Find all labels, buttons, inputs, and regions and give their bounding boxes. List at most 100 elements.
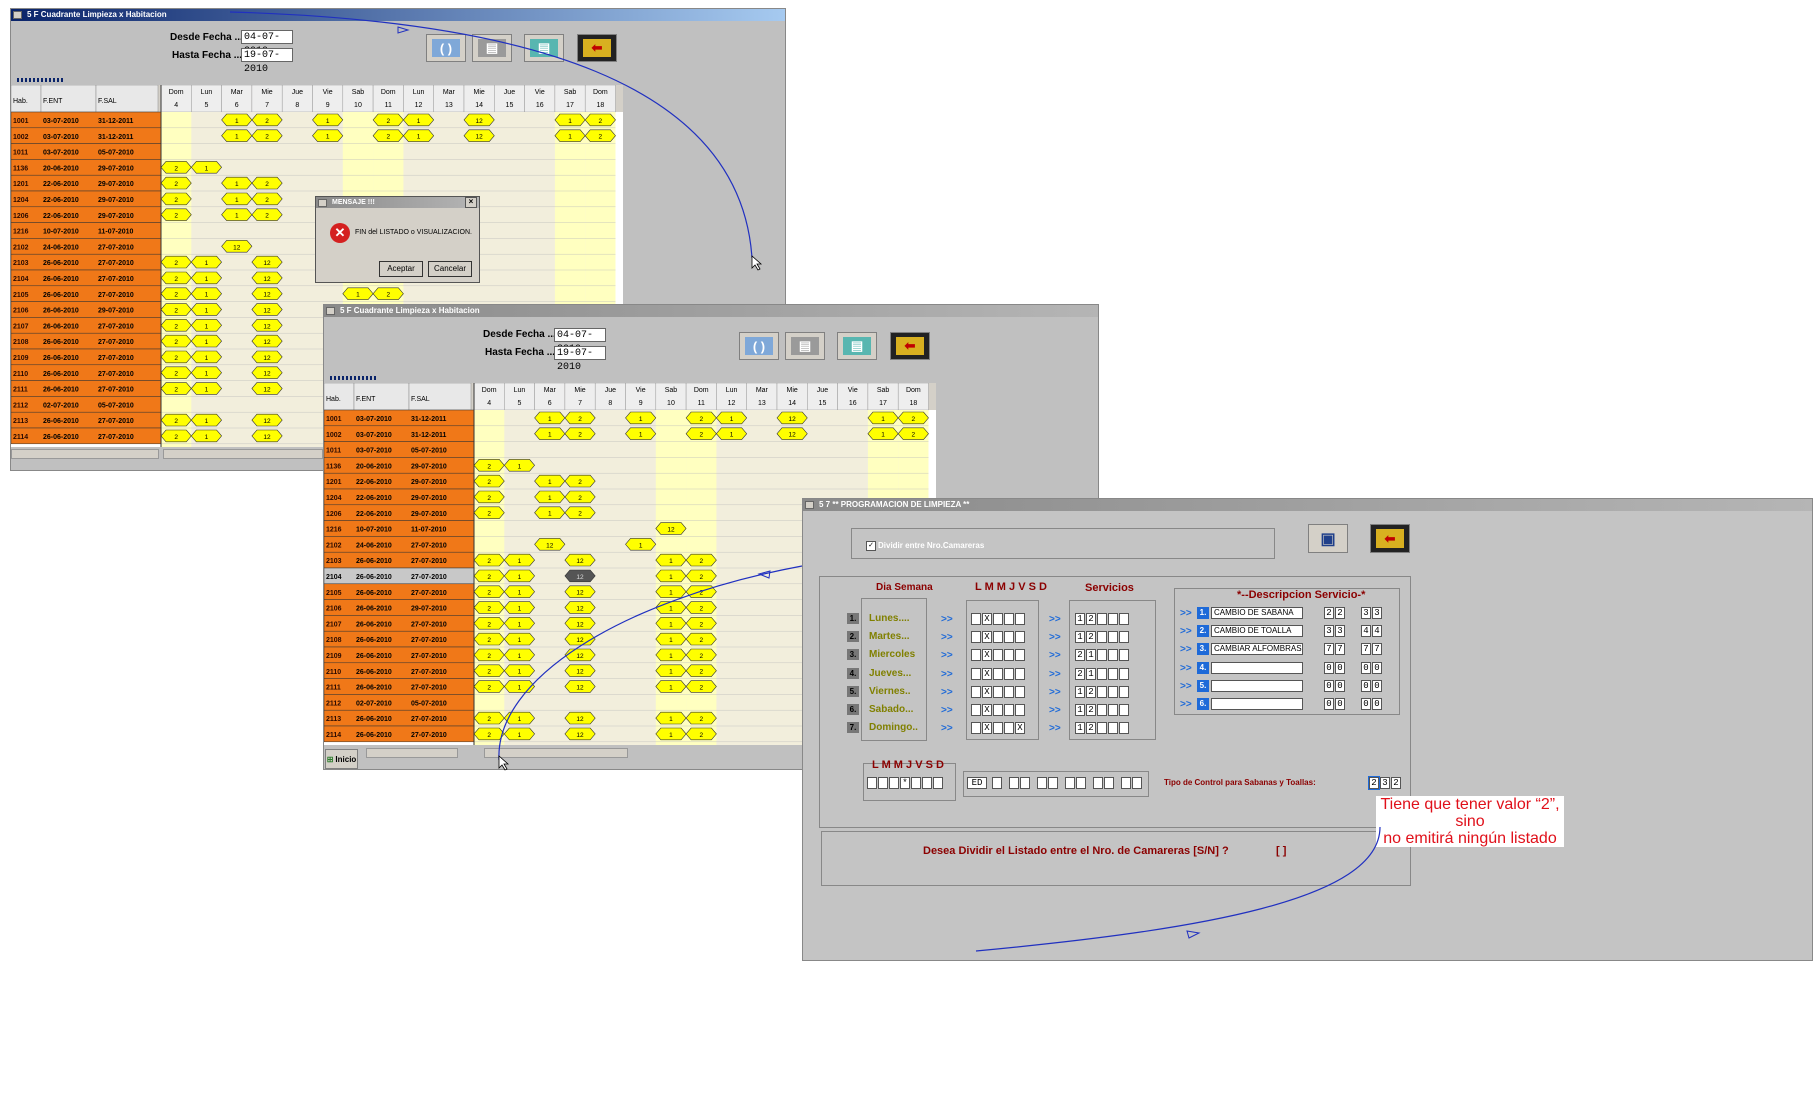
bottom-weekday-check[interactable] — [878, 777, 888, 789]
service-description-input[interactable] — [1211, 679, 1303, 692]
service-value[interactable]: 0 — [1335, 661, 1345, 674]
horizontal-scrollbar-left[interactable] — [11, 449, 159, 459]
weekday-check[interactable] — [1004, 722, 1014, 735]
service-value[interactable]: 0 — [1372, 661, 1382, 674]
service-value[interactable]: 0 — [1361, 661, 1371, 674]
service-description-input[interactable] — [1211, 698, 1303, 710]
service-description-input[interactable]: CAMBIAR ALFOMBRAS — [1211, 643, 1303, 656]
start-button[interactable]: ⊞ Inicio — [325, 749, 358, 769]
print-button[interactable]: ▤ — [785, 332, 825, 360]
divide-answer[interactable]: [ ] — [1276, 845, 1286, 857]
empty-field[interactable] — [1065, 777, 1075, 789]
print-color-button[interactable]: ▤ — [837, 332, 877, 360]
title-bar[interactable]: 5 F Cuadrante Limpieza x Habitacion — [324, 305, 1098, 317]
bottom-weekday-check[interactable] — [922, 777, 932, 789]
empty-field[interactable] — [1132, 777, 1142, 789]
empty-field[interactable] — [1104, 777, 1114, 789]
room-number: 2113 — [326, 716, 341, 723]
weekday-check[interactable]: X — [982, 722, 992, 735]
weekday-check[interactable] — [993, 722, 1003, 735]
print-color-button[interactable]: ▤ — [524, 34, 564, 62]
room-number: 2112 — [13, 402, 28, 409]
service-description-input[interactable]: CAMBIO DE SABANA — [1211, 607, 1303, 619]
save-button[interactable]: ▣ — [1308, 524, 1348, 553]
empty-field[interactable] — [1009, 777, 1019, 789]
title-bar[interactable]: 5 7 ** PROGRAMACION DE LIMPIEZA ** — [803, 499, 1812, 511]
service-value[interactable]: 0 — [1372, 698, 1382, 710]
refresh-button[interactable]: ( ) — [739, 332, 779, 360]
tipo-control-field-1[interactable]: 2 — [1368, 776, 1380, 790]
service-value[interactable]: 3 — [1361, 607, 1371, 619]
service-description-input[interactable]: CAMBIO DE TOALLA — [1211, 625, 1303, 638]
weekday-check[interactable]: X — [1015, 722, 1025, 735]
bottom-weekday-check[interactable] — [911, 777, 921, 789]
empty-field[interactable] — [1076, 777, 1086, 789]
service-value[interactable]: 0 — [1324, 661, 1334, 674]
ed-field[interactable]: ED — [967, 777, 987, 789]
entry-date: 22-06-2010 — [356, 511, 392, 518]
service-value[interactable]: 4 — [1361, 625, 1371, 638]
service-field[interactable] — [1108, 722, 1118, 735]
service-code: 1 — [669, 716, 673, 723]
service-value[interactable]: 0 — [1361, 679, 1371, 692]
service-value[interactable]: 0 — [1324, 679, 1334, 692]
empty-field[interactable] — [1048, 777, 1058, 789]
exit-button[interactable]: ⬅ — [577, 34, 617, 62]
title-bar[interactable]: 5 F Cuadrante Limpieza x Habitacion — [11, 9, 785, 21]
checkbox-panel: ✓ Dividir entre Nro.Camareras — [851, 528, 1275, 559]
hasta-date-input[interactable]: 19-07-2010 — [554, 346, 606, 373]
desde-date-input[interactable]: 04-07-2010 — [241, 30, 293, 57]
empty-field[interactable] — [1121, 777, 1131, 789]
service-value[interactable]: 3 — [1372, 607, 1382, 619]
tipo-control-field-2[interactable]: 3 — [1380, 777, 1390, 789]
service-field[interactable] — [1097, 722, 1107, 735]
service-code: 12 — [576, 685, 584, 692]
refresh-button[interactable]: ( ) — [426, 34, 466, 62]
bottom-weekday-check[interactable]: * — [900, 777, 910, 789]
service-value[interactable]: 0 — [1335, 679, 1345, 692]
service-value[interactable]: 0 — [1361, 698, 1371, 710]
service-value[interactable]: 7 — [1372, 643, 1382, 656]
service-value[interactable]: 2 — [1324, 607, 1334, 619]
service-value[interactable]: 7 — [1324, 643, 1334, 656]
service-field[interactable]: 2 — [1086, 722, 1096, 735]
accept-button[interactable]: Aceptar — [379, 261, 423, 277]
desde-date-input[interactable]: 04-07-2010 — [554, 328, 606, 355]
service-field[interactable]: 1 — [1075, 722, 1085, 735]
service-value[interactable]: 3 — [1324, 625, 1334, 638]
empty-field[interactable] — [1037, 777, 1047, 789]
close-icon[interactable]: × — [465, 197, 477, 208]
horizontal-scrollbar-right[interactable] — [484, 748, 628, 758]
dialog-title-bar[interactable]: MENSAJE !!! × — [316, 197, 479, 208]
room-number: 2109 — [13, 355, 29, 362]
service-value[interactable]: 7 — [1361, 643, 1371, 656]
service-number-badge: 6. — [1197, 698, 1209, 710]
exit-button[interactable]: ⬅ — [1370, 524, 1410, 553]
bottom-weekday-check[interactable] — [933, 777, 943, 789]
day-name: Vie — [636, 387, 646, 394]
service-description-input[interactable] — [1211, 661, 1303, 674]
service-value[interactable]: 4 — [1372, 625, 1382, 638]
day-number: 18 — [909, 400, 917, 407]
empty-field[interactable] — [1093, 777, 1103, 789]
service-value[interactable]: 2 — [1335, 607, 1345, 619]
bottom-weekday-check[interactable] — [867, 777, 877, 789]
service-value[interactable]: 0 — [1324, 698, 1334, 710]
divide-checkbox[interactable]: ✓ — [866, 541, 876, 551]
cancel-button[interactable]: Cancelar — [428, 261, 472, 277]
service-field[interactable] — [1119, 722, 1129, 735]
bottom-weekday-check[interactable] — [889, 777, 899, 789]
horizontal-scrollbar-right[interactable] — [163, 449, 323, 459]
hasta-date-input[interactable]: 19-07-2010 — [241, 48, 293, 75]
weekday-check[interactable] — [971, 722, 981, 735]
service-value[interactable]: 7 — [1335, 643, 1345, 656]
service-value[interactable]: 0 — [1372, 679, 1382, 692]
service-value[interactable]: 3 — [1335, 625, 1345, 638]
horizontal-scrollbar-left[interactable] — [366, 748, 458, 758]
print-button[interactable]: ▤ — [472, 34, 512, 62]
service-value[interactable]: 0 — [1335, 698, 1345, 710]
empty-field[interactable] — [1020, 777, 1030, 789]
empty-field[interactable] — [992, 777, 1002, 789]
tipo-control-field-3[interactable]: 2 — [1391, 777, 1401, 789]
exit-button[interactable]: ⬅ — [890, 332, 930, 360]
